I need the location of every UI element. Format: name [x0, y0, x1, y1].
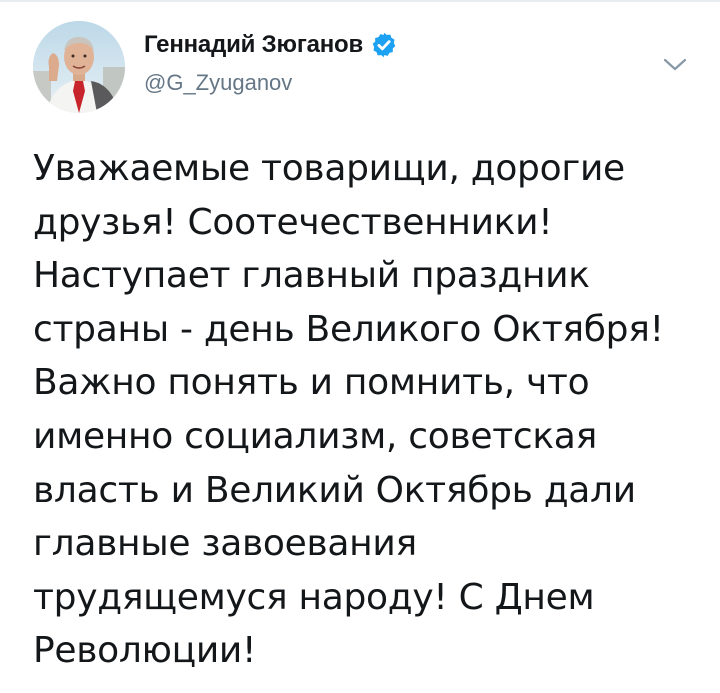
author-name-row: Геннадий Зюганов — [144, 30, 398, 60]
tweet-text-line: Важно понять и помнить, что — [33, 362, 590, 404]
tweet-text-line: страны - день Великого Октября! — [33, 308, 664, 350]
avatar[interactable] — [33, 21, 125, 113]
tweet-text-line: власть и Великий Октябрь дали — [33, 469, 636, 511]
tweet-text-line: друзья! Соотечественники! — [33, 201, 553, 243]
author-handle[interactable]: @G_Zyuganov — [144, 70, 398, 96]
tweet-text-line: именно социализм, советская — [33, 415, 597, 457]
tweet-text-line: Уважаемые товарищи, дорогие — [33, 148, 625, 189]
divider — [0, 0, 720, 2]
author-display-name[interactable]: Геннадий Зюганов — [144, 31, 363, 59]
tweet-text: Уважаемые товарищи, дорогие друзья! Соот… — [33, 142, 703, 678]
chevron-down-icon[interactable] — [662, 56, 688, 74]
tweet-author: Геннадий Зюганов @G_Zyuganov — [144, 30, 398, 96]
tweet-text-line: главные завоевания — [33, 523, 417, 565]
tweet-text-line: Революции! — [33, 630, 257, 672]
verified-badge-icon — [370, 31, 398, 59]
avatar-photo — [33, 21, 125, 113]
tweet-text-line: Наступает главный праздник — [33, 255, 590, 297]
tweet-text-line: трудящемуся народу! С Днем — [33, 576, 595, 618]
tweet-card: Геннадий Зюганов @G_Zyuganov Уважаемые т… — [0, 0, 720, 693]
